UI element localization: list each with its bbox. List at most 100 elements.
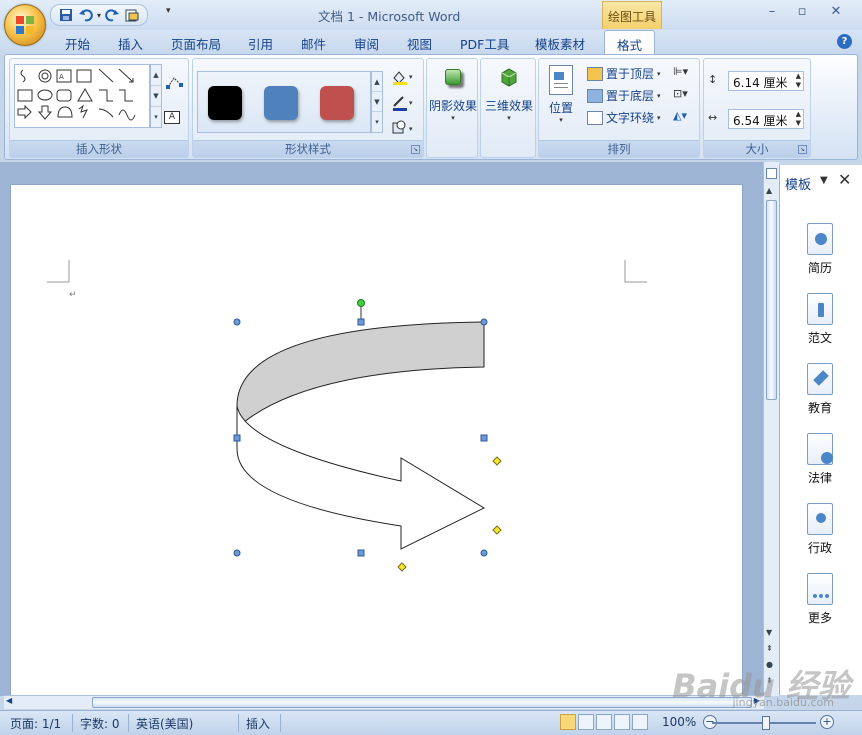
vertical-scroll-thumb[interactable] [766,200,777,400]
save-icon[interactable] [57,6,75,24]
print-layout-view-icon[interactable] [560,714,576,730]
help-icon[interactable]: ? [837,34,852,49]
tab-format[interactable]: 格式 [604,30,656,56]
redo-icon[interactable] [103,6,121,24]
scroll-left-icon[interactable]: ◀ [6,696,12,705]
pane-item-administration[interactable]: 行政 [800,503,840,556]
tab-template-materials[interactable]: 模板素材 [535,34,585,53]
pane-item-sample-essay[interactable]: 范文 [800,293,840,346]
bring-to-front-button[interactable]: 置于顶层 ▾ [587,65,661,82]
window-title: 文档 1 - Microsoft Word [318,9,461,24]
size-launcher-icon[interactable]: ↘ [798,145,807,154]
minimize-button[interactable]: – [758,4,786,22]
text-wrap-icon [587,110,603,125]
shape-height-input[interactable]: 6.14 厘米 ▲ ▼ [728,71,804,91]
shape-fill-icon[interactable]: ▾ [391,69,417,89]
outline-view-icon[interactable] [614,714,630,730]
office-logo-icon [16,16,36,36]
status-insert-mode[interactable]: 插入 [246,715,270,732]
bring-to-front-label: 置于顶层 [606,67,655,81]
tab-view[interactable]: 视图 [407,34,432,53]
vertical-scrollbar[interactable]: ▲ ▼ ⇞ ● ⇟ [763,162,779,696]
scroll-up-icon[interactable]: ▲ [766,186,772,195]
svg-text:A: A [59,73,64,81]
tab-pdf-tools[interactable]: PDF工具 [460,34,509,53]
office-button[interactable] [4,4,46,46]
tab-review[interactable]: 审阅 [354,34,379,53]
group-shape-styles: ▲ ▼ ▾ ▾ ▾ ▾ 形状样式 ↘ [192,58,424,158]
shape-styles-launcher-icon[interactable]: ↘ [411,145,420,154]
style-swatch-blue[interactable] [264,86,298,120]
status-word-count[interactable]: 字数: 0 [80,715,120,732]
position-label: 位置 [548,101,573,115]
pane-item-resume[interactable]: 简历 [800,223,840,276]
horizontal-scroll-thumb[interactable] [92,697,752,708]
tab-insert[interactable]: 插入 [118,34,143,53]
status-page[interactable]: 页面: 1/1 [10,715,61,732]
rotation-handle [357,299,365,307]
shadow-effect-dropdown-icon: ▾ [451,114,455,122]
drawing-tools-context-tab: 绘图工具 [602,1,662,29]
web-layout-view-icon[interactable] [596,714,612,730]
align-icon[interactable]: ⊫▾ [673,65,688,78]
zoom-slider-thumb[interactable] [762,716,770,730]
margin-mark-left [47,260,70,283]
print-preview-icon[interactable] [123,6,141,24]
style-swatch-black[interactable] [208,86,242,120]
status-language[interactable]: 英语(美国) [136,715,193,732]
zoom-in-icon[interactable]: + [820,715,834,729]
draft-view-icon[interactable] [632,714,648,730]
customize-qat-icon[interactable]: ▾ [166,6,171,16]
tab-mailings[interactable]: 邮件 [301,34,326,53]
send-to-back-icon [587,88,603,103]
prev-page-icon[interactable]: ⇞ [766,644,773,653]
shapes-gallery-scroll[interactable]: ▲ ▼ ▾ [150,64,162,128]
pane-close-icon[interactable]: ✕ [838,170,851,189]
margin-mark-right [624,260,647,283]
edit-shape-icon[interactable] [166,75,184,89]
text-wrap-button[interactable]: 文字环绕 ▾ [587,109,661,126]
pane-item-law[interactable]: 法律 [800,433,840,486]
pane-item-more[interactable]: 更多 [800,573,840,626]
undo-icon[interactable] [77,6,95,24]
horizontal-scrollbar[interactable]: ◀ ▶ [4,695,764,709]
curved-arrow-shape[interactable] [236,321,486,550]
quick-access-toolbar: ▾ [50,4,149,26]
undo-dropdown-icon[interactable]: ▾ [97,11,101,20]
position-button[interactable]: 位置 ▾ [543,65,579,124]
change-shape-icon[interactable]: ▾ [391,119,417,138]
group-shadow-effects: 阴影效果 ▾ [426,58,478,158]
shape-width-input[interactable]: 6.54 厘米 ▲ ▼ [728,109,804,129]
adjust-handle-3 [397,562,407,572]
text-wrap-dropdown-icon: ▾ [657,113,661,122]
shapes-gallery[interactable]: A [14,64,150,128]
document-page[interactable]: ↵ [10,184,743,696]
tab-references[interactable]: 引用 [248,34,273,53]
close-button[interactable]: ✕ [822,4,850,22]
pane-menu-icon[interactable]: ▼ [820,175,828,186]
tab-page-layout[interactable]: 页面布局 [171,34,221,53]
pane-item-education[interactable]: 教育 [800,363,840,416]
view-buttons [560,714,648,730]
zoom-level[interactable]: 100% [662,715,696,729]
shape-styles-gallery[interactable] [197,71,371,133]
send-to-back-button[interactable]: 置于底层 ▾ [587,87,661,104]
shadow-effect-button[interactable]: 阴影效果 ▾ [429,65,477,122]
shape-outline-icon[interactable]: ▾ [391,95,417,114]
text-wrap-label: 文字环绕 [606,111,655,125]
height-spinner[interactable]: ▲ ▼ [796,72,801,90]
3d-effect-button[interactable]: 三维效果 ▾ [483,65,535,122]
text-box-icon[interactable]: A [164,111,180,124]
tab-home[interactable]: 开始 [65,34,90,53]
maximize-button[interactable]: ▫ [788,4,816,22]
scroll-down-icon[interactable]: ▼ [766,628,772,637]
rotate-icon[interactable]: ◭▾ [673,109,687,122]
shape-styles-scroll[interactable]: ▲ ▼ ▾ [371,71,383,133]
width-spinner[interactable]: ▲ ▼ [796,110,801,128]
group-objects-icon[interactable]: ⊡▾ [673,87,688,100]
pane-item-label: 更多 [807,611,832,625]
ruler-toggle-icon[interactable] [766,168,777,179]
document-area: ↵ [0,162,778,696]
full-screen-reading-view-icon[interactable] [578,714,594,730]
style-swatch-red[interactable] [320,86,354,120]
